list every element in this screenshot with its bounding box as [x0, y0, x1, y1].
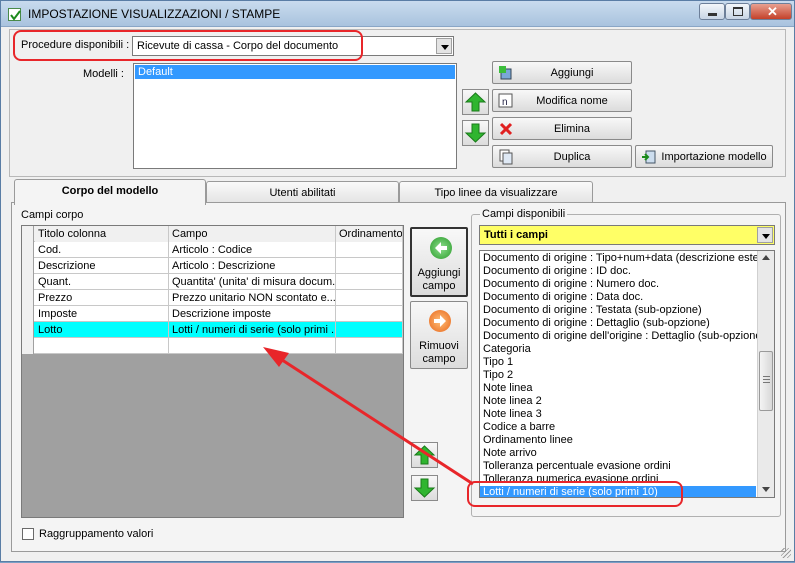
- tab-model-body[interactable]: Corpo del modello: [14, 179, 206, 205]
- grouping-checkbox[interactable]: [22, 528, 34, 540]
- main-window: IMPOSTAZIONE VISUALIZZAZIONI / STAMPE ✕ …: [0, 0, 795, 562]
- grouping-label: Raggruppamento valori: [39, 528, 154, 540]
- annotation-arrow: [263, 347, 474, 486]
- resize-grip-icon[interactable]: [781, 548, 791, 558]
